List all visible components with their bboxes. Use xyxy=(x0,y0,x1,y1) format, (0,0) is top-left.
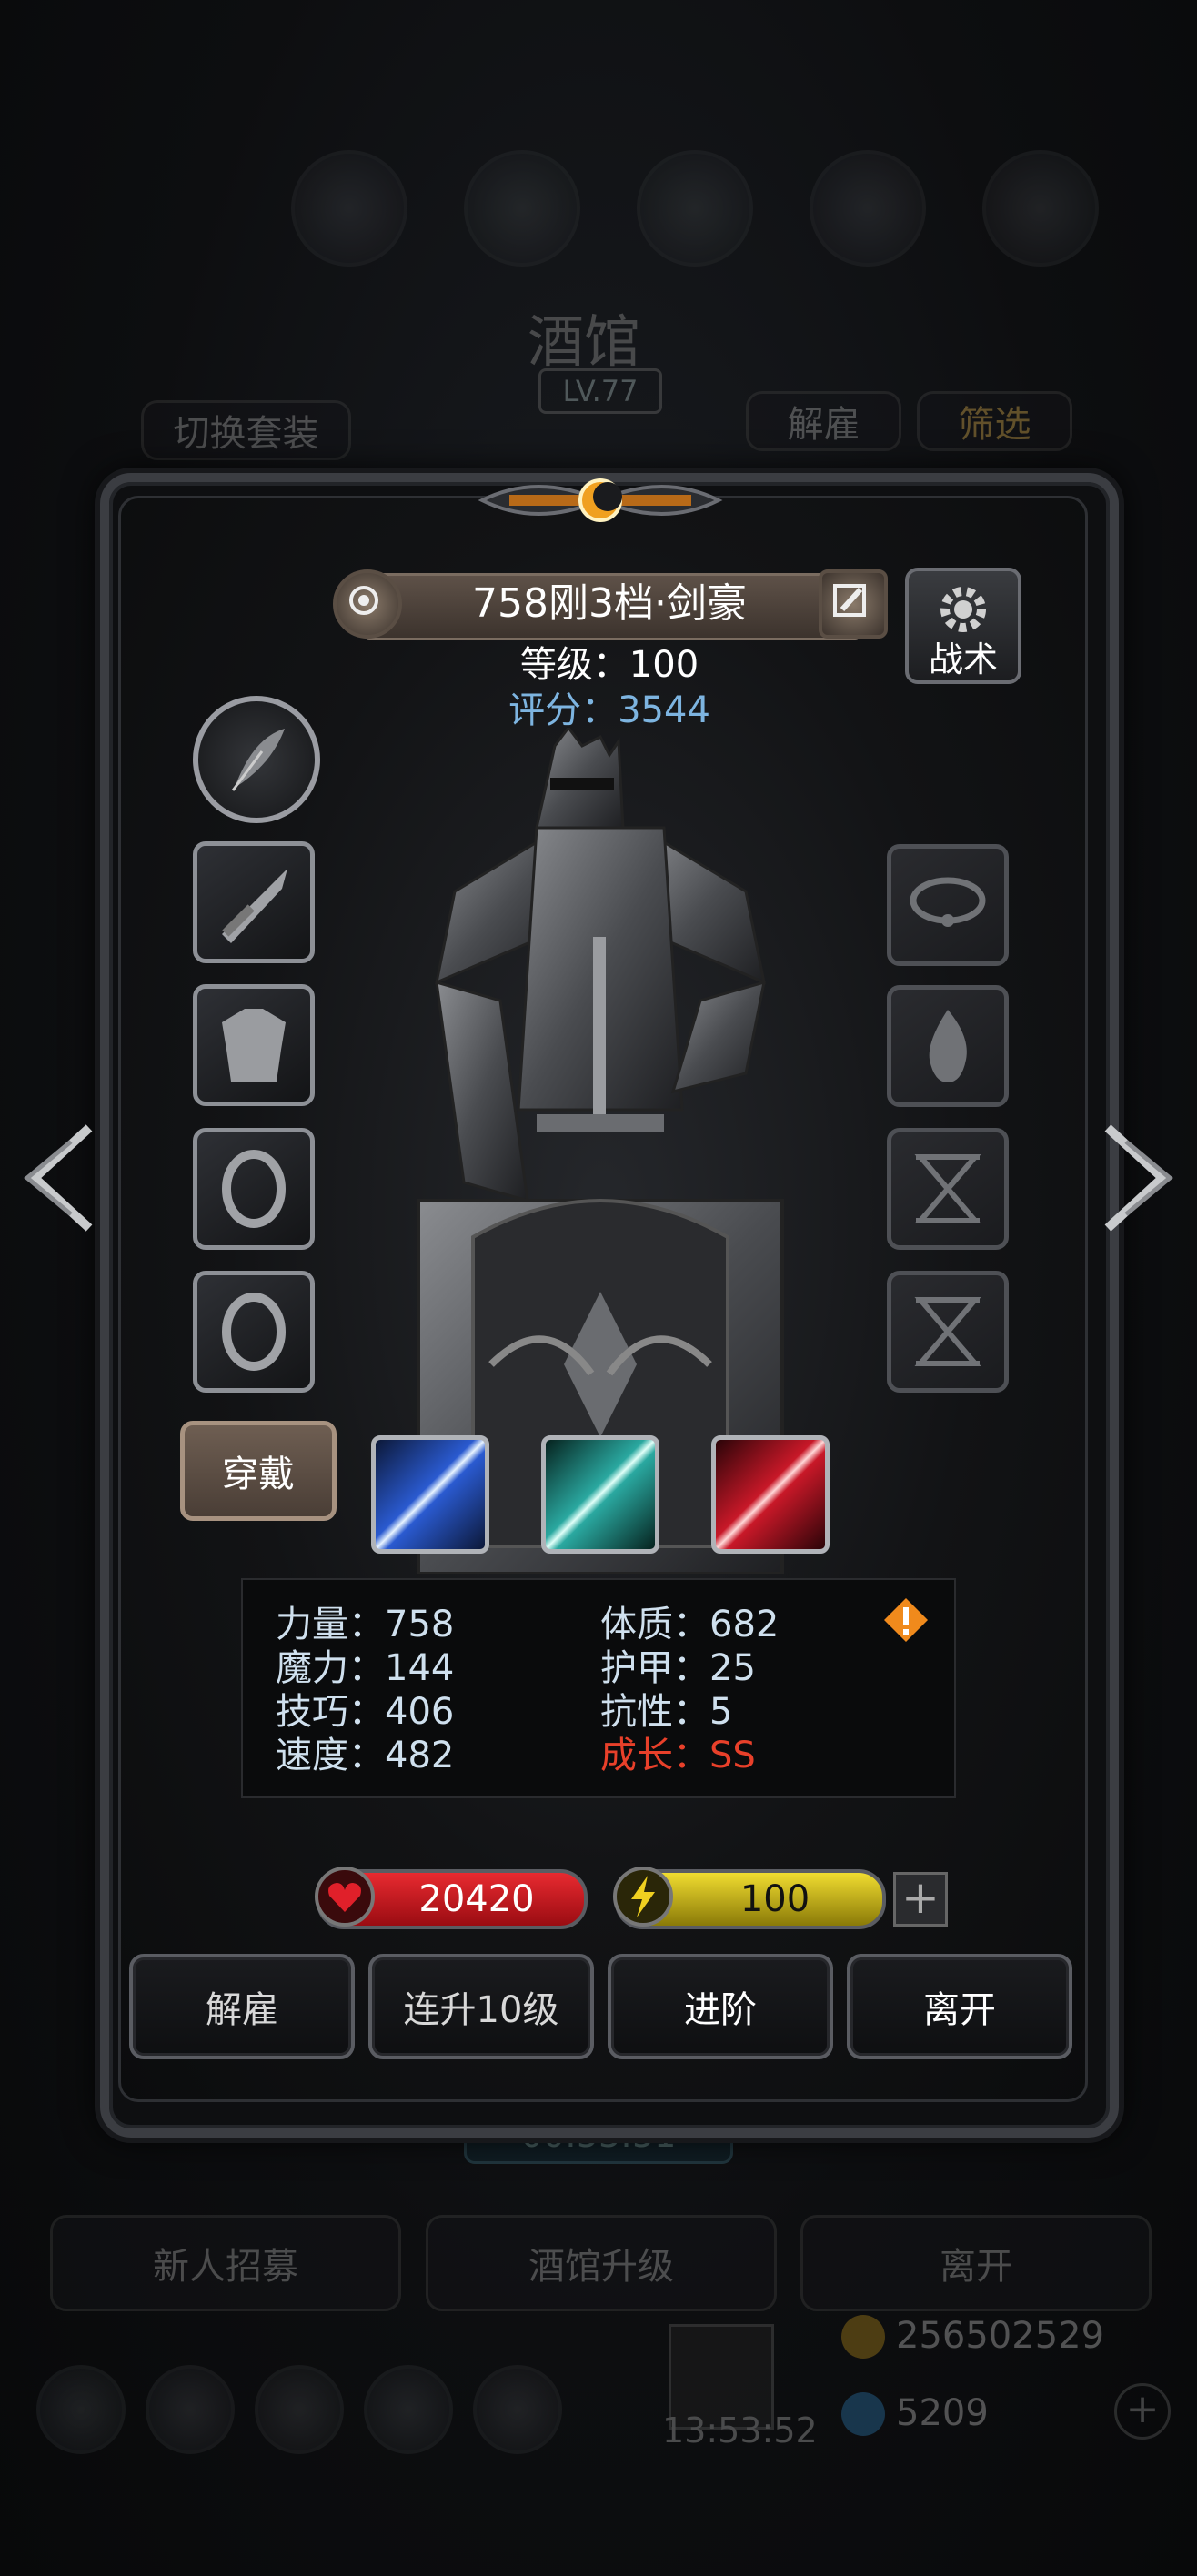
bg-dismiss-button[interactable]: 解雇 xyxy=(746,391,901,451)
plus-icon[interactable]: + xyxy=(893,1872,948,1927)
stat-skill: 技巧：406 xyxy=(276,1691,455,1733)
tactics-label: 战术 xyxy=(928,639,998,679)
sword-icon xyxy=(222,869,287,943)
filter-button[interactable]: 筛选 xyxy=(917,391,1072,451)
gold-coin-icon xyxy=(841,2315,885,2359)
weapon-slot[interactable] xyxy=(193,841,315,963)
dismiss-button[interactable]: 解雇 xyxy=(129,1954,355,2059)
lightning-icon xyxy=(613,1867,673,1927)
hero-score: 评分：3544 xyxy=(508,689,710,731)
stat-speed: 速度：482 xyxy=(276,1735,455,1776)
tavern-level: LV.77 xyxy=(538,368,662,414)
fire-slot[interactable] xyxy=(887,985,1009,1107)
advance-button[interactable]: 进阶 xyxy=(608,1954,833,2059)
hp-value: 20420 xyxy=(418,1878,535,1920)
bottom-menu-icon[interactable] xyxy=(473,2365,562,2454)
armor-icon xyxy=(222,1009,286,1082)
feather-icon xyxy=(231,729,285,791)
bg-plus-icon[interactable]: + xyxy=(1114,2383,1171,2440)
hero-name: 758刚3档·剑豪 xyxy=(472,580,747,627)
stat-strength: 力量：758 xyxy=(276,1604,455,1645)
ring-icon xyxy=(222,1293,286,1371)
chevron-left-icon[interactable] xyxy=(16,1119,98,1237)
rune-slot-2[interactable] xyxy=(887,1271,1009,1393)
bottom-menu-icon[interactable] xyxy=(364,2365,453,2454)
leave-button[interactable]: 离开 xyxy=(847,1954,1072,2059)
stat-armor: 护甲：25 xyxy=(600,1647,756,1689)
stat-magic: 魔力：144 xyxy=(276,1647,455,1689)
top-menu-icon xyxy=(464,150,580,267)
equip-button[interactable]: 穿戴 xyxy=(180,1421,337,1521)
skill-slot-1[interactable] xyxy=(371,1435,489,1554)
tactics-button[interactable]: 战术 xyxy=(905,568,1021,684)
bottom-menu-icon[interactable] xyxy=(255,2365,344,2454)
ring-icon xyxy=(222,1150,286,1228)
necklace-icon xyxy=(910,877,986,927)
gem-amount: 5209 xyxy=(896,2392,989,2434)
top-menu-icon xyxy=(982,150,1099,267)
feather-slot[interactable] xyxy=(193,696,320,823)
gold-amount: 256502529 xyxy=(896,2315,1105,2357)
bottom-menu-icon[interactable] xyxy=(36,2365,126,2454)
top-menu-icon xyxy=(291,150,407,267)
ring-slot-1[interactable] xyxy=(193,1128,315,1250)
stat-growth: 成长：SS xyxy=(600,1735,756,1776)
heart-icon xyxy=(315,1867,375,1927)
level-up-10-button[interactable]: 连升10级 xyxy=(368,1954,594,2059)
recruit-button[interactable]: 新人招募 xyxy=(50,2215,401,2311)
armor-slot[interactable] xyxy=(193,984,315,1106)
bg-leave-button[interactable]: 离开 xyxy=(800,2215,1152,2311)
tavern-upgrade-button[interactable]: 酒馆升级 xyxy=(426,2215,777,2311)
stat-constitution: 体质：682 xyxy=(600,1604,780,1645)
top-menu-icon xyxy=(810,150,926,267)
emblem-icon[interactable] xyxy=(333,569,402,639)
switch-outfit-button[interactable]: 切换套装 xyxy=(141,400,351,460)
top-menu-icon xyxy=(637,150,753,267)
skill-slot-2[interactable] xyxy=(541,1435,659,1554)
edit-icon[interactable] xyxy=(819,569,888,639)
gem-icon xyxy=(841,2392,885,2436)
skill-slot-3[interactable] xyxy=(711,1435,830,1554)
warning-icon[interactable] xyxy=(882,1596,930,1644)
top-ornament-icon xyxy=(478,478,723,522)
stat-resistance: 抗性：5 xyxy=(600,1691,733,1733)
tavern-title: 酒馆 xyxy=(528,308,641,375)
necklace-slot[interactable] xyxy=(887,844,1009,966)
bottom-menu-icon[interactable] xyxy=(146,2365,235,2454)
clock-text: 13:53:52 xyxy=(662,2410,818,2450)
hourglass-icon xyxy=(914,1297,981,1366)
hourglass-icon xyxy=(914,1154,981,1223)
gear-icon xyxy=(940,587,986,632)
energy-value: 100 xyxy=(739,1878,810,1920)
rune-slot-1[interactable] xyxy=(887,1128,1009,1250)
chevron-right-icon[interactable] xyxy=(1099,1119,1181,1237)
ring-slot-2[interactable] xyxy=(193,1271,315,1393)
fire-icon xyxy=(929,1010,967,1082)
